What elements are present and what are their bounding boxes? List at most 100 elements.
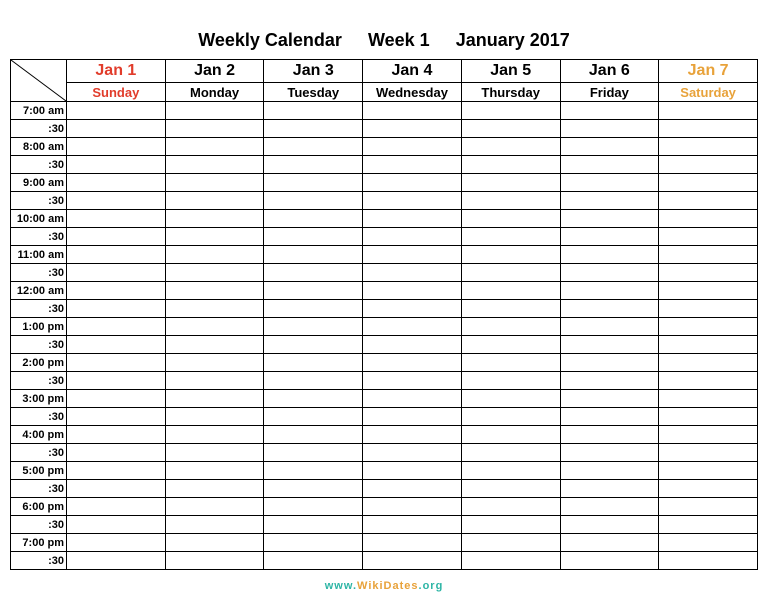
- calendar-cell: [67, 390, 166, 408]
- calendar-cell: [264, 174, 363, 192]
- calendar-cell: [461, 462, 560, 480]
- calendar-cell: [67, 534, 166, 552]
- calendar-cell: [67, 408, 166, 426]
- calendar-cell: [165, 408, 264, 426]
- calendar-cell: [264, 408, 363, 426]
- calendar-cell: [461, 516, 560, 534]
- calendar-cell: [461, 102, 560, 120]
- calendar-cell: [264, 444, 363, 462]
- calendar-cell: [264, 354, 363, 372]
- calendar-cell: [165, 552, 264, 570]
- time-label: 8:00 am: [11, 138, 67, 156]
- calendar-cell: [560, 552, 659, 570]
- calendar-cell: [165, 102, 264, 120]
- calendar-cell: [560, 480, 659, 498]
- time-label: :30: [11, 480, 67, 498]
- calendar-cell: [461, 156, 560, 174]
- calendar-cell: [165, 210, 264, 228]
- calendar-cell: [461, 390, 560, 408]
- calendar-cell: [461, 210, 560, 228]
- calendar-cell: [560, 336, 659, 354]
- dayname-header: Friday: [560, 83, 659, 102]
- calendar-cell: [461, 138, 560, 156]
- calendar-cell: [659, 264, 758, 282]
- calendar-cell: [560, 426, 659, 444]
- calendar-cell: [560, 120, 659, 138]
- title-main: Weekly Calendar: [198, 30, 342, 50]
- calendar-cell: [461, 444, 560, 462]
- calendar-cell: [165, 426, 264, 444]
- page-title: Weekly Calendar Week 1 January 2017: [10, 30, 758, 51]
- calendar-cell: [363, 318, 462, 336]
- calendar-cell: [659, 210, 758, 228]
- calendar-cell: [659, 318, 758, 336]
- footer-suffix: .org: [419, 580, 444, 592]
- calendar-cell: [67, 228, 166, 246]
- calendar-cell: [461, 120, 560, 138]
- calendar-cell: [659, 354, 758, 372]
- calendar-cell: [67, 480, 166, 498]
- calendar-cell: [67, 192, 166, 210]
- dayname-header: Saturday: [659, 83, 758, 102]
- calendar-cell: [264, 102, 363, 120]
- calendar-cell: [264, 264, 363, 282]
- calendar-cell: [659, 534, 758, 552]
- calendar-cell: [560, 156, 659, 174]
- calendar-cell: [363, 498, 462, 516]
- calendar-cell: [659, 408, 758, 426]
- calendar-cell: [560, 210, 659, 228]
- calendar-cell: [659, 426, 758, 444]
- calendar-cell: [363, 390, 462, 408]
- calendar-cell: [165, 318, 264, 336]
- dayname-header: Sunday: [67, 83, 166, 102]
- calendar-cell: [67, 300, 166, 318]
- time-label: 2:00 pm: [11, 354, 67, 372]
- time-label: 7:00 am: [11, 102, 67, 120]
- calendar-cell: [264, 426, 363, 444]
- time-label: :30: [11, 264, 67, 282]
- calendar-cell: [264, 480, 363, 498]
- calendar-cell: [264, 336, 363, 354]
- calendar-cell: [363, 444, 462, 462]
- calendar-cell: [264, 372, 363, 390]
- calendar-cell: [165, 138, 264, 156]
- calendar-cell: [659, 444, 758, 462]
- calendar-cell: [363, 264, 462, 282]
- calendar-cell: [67, 156, 166, 174]
- calendar-cell: [659, 228, 758, 246]
- calendar-cell: [363, 354, 462, 372]
- calendar-cell: [461, 282, 560, 300]
- calendar-cell: [560, 462, 659, 480]
- calendar-cell: [264, 246, 363, 264]
- time-label: :30: [11, 516, 67, 534]
- calendar-cell: [363, 480, 462, 498]
- dayname-header: Thursday: [461, 83, 560, 102]
- calendar-cell: [560, 102, 659, 120]
- calendar-cell: [363, 534, 462, 552]
- calendar-cell: [560, 444, 659, 462]
- calendar-cell: [560, 318, 659, 336]
- calendar-cell: [560, 498, 659, 516]
- calendar-cell: [560, 192, 659, 210]
- calendar-cell: [67, 282, 166, 300]
- calendar-cell: [264, 390, 363, 408]
- calendar-cell: [363, 210, 462, 228]
- calendar-cell: [461, 426, 560, 444]
- calendar-cell: [67, 462, 166, 480]
- calendar-cell: [560, 354, 659, 372]
- calendar-cell: [67, 552, 166, 570]
- calendar-cell: [165, 462, 264, 480]
- time-label: 11:00 am: [11, 246, 67, 264]
- time-label: :30: [11, 336, 67, 354]
- date-header: Jan 1: [67, 60, 166, 83]
- calendar-cell: [461, 480, 560, 498]
- date-header: Jan 2: [165, 60, 264, 83]
- calendar-cell: [461, 300, 560, 318]
- calendar-cell: [659, 498, 758, 516]
- calendar-cell: [659, 372, 758, 390]
- calendar-cell: [659, 120, 758, 138]
- calendar-cell: [363, 372, 462, 390]
- calendar-cell: [165, 156, 264, 174]
- calendar-cell: [67, 318, 166, 336]
- calendar-cell: [264, 156, 363, 174]
